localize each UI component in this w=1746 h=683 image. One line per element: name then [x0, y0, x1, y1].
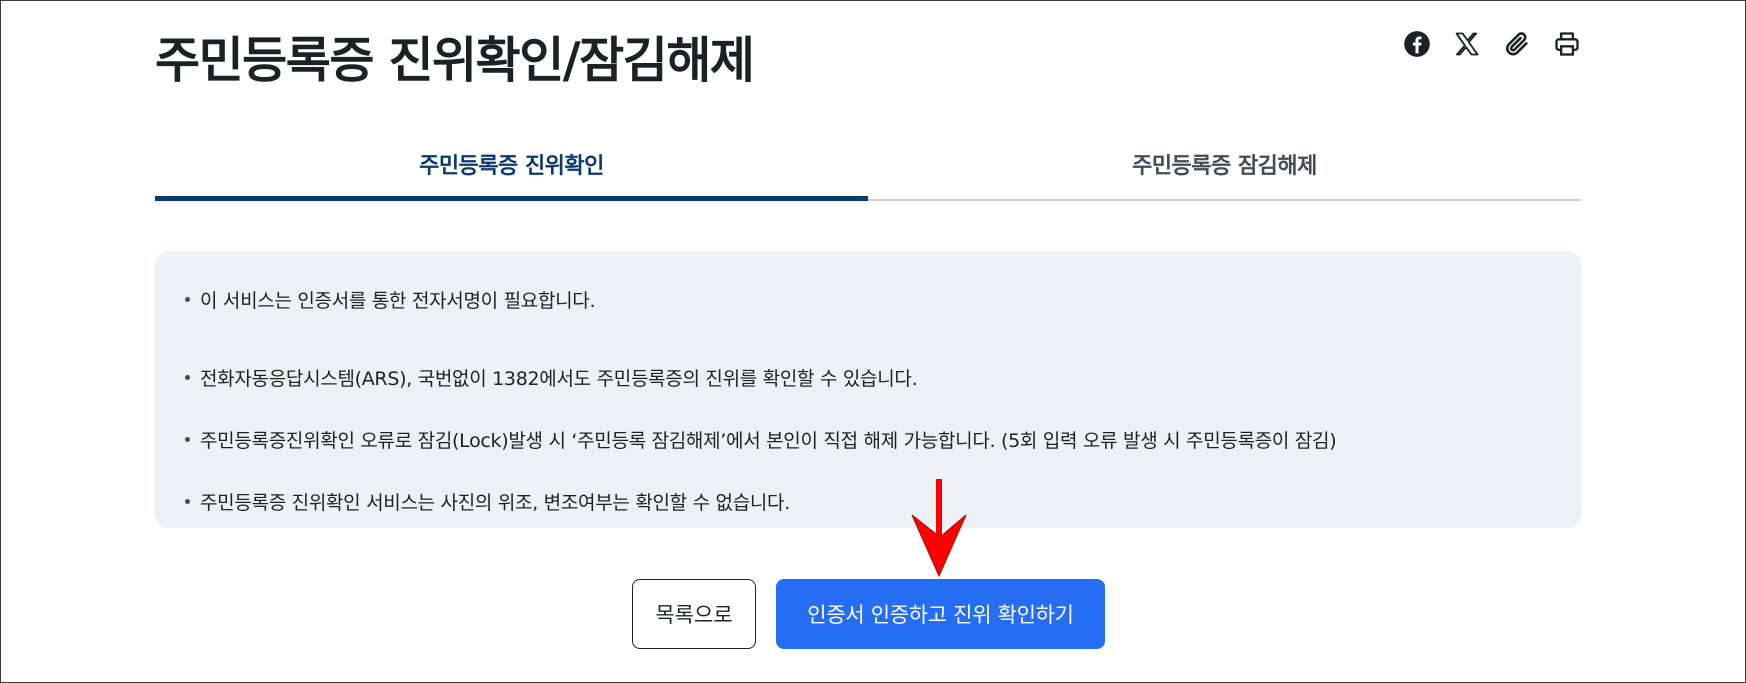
- tab-unlock[interactable]: 주민등록증 잠김해제: [868, 141, 1581, 199]
- tab-bar: 주민등록증 진위확인 주민등록증 잠김해제: [155, 141, 1581, 201]
- x-icon: [1455, 32, 1479, 56]
- print-icon: [1555, 32, 1579, 56]
- notice-text: 주민등록증진위확인 오류로 잠김(Lock)발생 시 ‘주민등록 잠김해제’에서…: [200, 429, 1337, 452]
- notice-item: 이 서비스는 인증서를 통한 전자서명이 필요합니다.: [185, 284, 1551, 314]
- notice-item: 주민등록증진위확인 오류로 잠김(Lock)발생 시 ‘주민등록 잠김해제’에서…: [185, 408, 1551, 470]
- paperclip-icon: [1506, 32, 1528, 56]
- bullet-icon: [185, 296, 190, 302]
- x-share-button[interactable]: [1453, 27, 1481, 61]
- copy-link-button[interactable]: [1503, 27, 1531, 61]
- back-to-list-button[interactable]: 목록으로: [632, 579, 756, 649]
- tab-verify-authenticity[interactable]: 주민등록증 진위확인: [155, 141, 868, 201]
- bullet-icon: [185, 498, 190, 504]
- share-toolbar: [1403, 27, 1581, 61]
- print-button[interactable]: [1553, 27, 1581, 61]
- page-title: 주민등록증 진위확인/잠김해제: [155, 32, 755, 89]
- notice-item: 전화자동응답시스템(ARS), 국번없이 1382에서도 주민등록증의 진위를 …: [185, 346, 1551, 408]
- notice-text: 이 서비스는 인증서를 통한 전자서명이 필요합니다.: [200, 289, 596, 312]
- certificate-verify-button[interactable]: 인증서 인증하고 진위 확인하기: [776, 579, 1105, 649]
- facebook-share-button[interactable]: [1403, 27, 1431, 61]
- notice-item: 주민등록증 진위확인 서비스는 사진의 위조, 변조여부는 확인할 수 없습니다…: [185, 470, 1551, 532]
- bullet-icon: [185, 374, 190, 380]
- facebook-icon: [1404, 31, 1430, 57]
- page-frame: 주민등록증 진위확인/잠김해제 주민등록증 진위확인 주민등록증 잠김해제 이 …: [0, 0, 1746, 683]
- bullet-icon: [185, 436, 190, 442]
- notice-text: 전화자동응답시스템(ARS), 국번없이 1382에서도 주민등록증의 진위를 …: [200, 367, 918, 390]
- notice-box: 이 서비스는 인증서를 통한 전자서명이 필요합니다. 전화자동응답시스템(AR…: [155, 251, 1581, 528]
- notice-text: 주민등록증 진위확인 서비스는 사진의 위조, 변조여부는 확인할 수 없습니다…: [200, 491, 790, 514]
